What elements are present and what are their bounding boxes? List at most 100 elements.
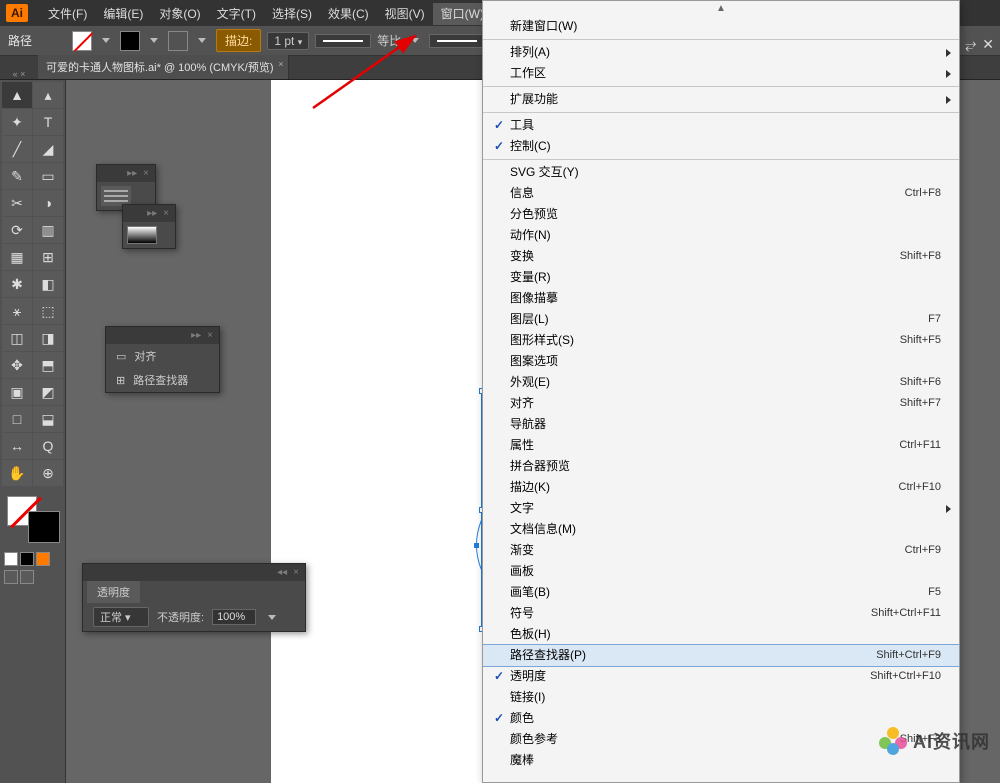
tool-button[interactable]: ◢ [33,136,63,162]
menu-5[interactable]: 效果(C) [320,3,377,25]
swatch-empty[interactable] [168,31,188,51]
menu-item[interactable]: 渐变Ctrl+F9 [483,540,959,561]
transparency-panel[interactable]: ◂◂× 透明度 正常 ▾ 不透明度: 100% [82,563,306,632]
menu-item[interactable]: ✓控制(C) [483,136,959,157]
pathfinder-panel[interactable]: ▸▸× ▭对齐 ⊞路径查找器 [105,326,220,393]
tool-button[interactable]: ✂ [2,190,32,216]
menu-item[interactable]: 分色预览 [483,204,959,225]
tool-button[interactable]: ✋ [2,460,32,486]
menu-item[interactable]: 新建窗口(W) [483,16,959,37]
menu-item[interactable]: 外观(E)Shift+F6 [483,372,959,393]
tool-button[interactable]: ✱ [2,271,32,297]
menu-item[interactable]: 扩展功能 [483,89,959,110]
menu-0[interactable]: 文件(F) [40,3,95,25]
tab-pathfinder[interactable]: 路径查找器 [133,372,188,388]
menu-6[interactable]: 视图(V) [377,3,433,25]
menu-1[interactable]: 编辑(E) [95,3,151,25]
stroke-swatch[interactable] [120,31,140,51]
menu-item[interactable]: 导航器 [483,414,959,435]
chevron-down-icon[interactable] [102,38,110,43]
menu-item[interactable]: 画板 [483,561,959,582]
chevron-down-icon[interactable] [411,38,419,43]
tool-button[interactable]: ▥ [33,217,63,243]
tool-button[interactable]: Q [33,433,63,459]
arrange-icon[interactable]: ⥂ [965,36,976,53]
stroke-box[interactable] [29,512,59,542]
fill-stroke-control[interactable] [3,494,63,544]
tool-button[interactable]: ⊕ [33,460,63,486]
mini-panel-2[interactable]: ▸▸× [122,204,176,249]
menu-item[interactable]: 图像描摹 [483,288,959,309]
tool-button[interactable]: ◩ [33,379,63,405]
screen-mode[interactable] [20,570,34,584]
tool-button[interactable]: ⊞ [33,244,63,270]
menu-item[interactable]: 变换Shift+F8 [483,246,959,267]
chevron-down-icon[interactable] [150,38,158,43]
tool-button[interactable]: T [33,109,63,135]
tool-button[interactable]: ◑ [33,190,63,216]
menu-item[interactable]: 图形样式(S)Shift+F5 [483,330,959,351]
tool-button[interactable]: ◨ [33,325,63,351]
tool-button[interactable]: □ [2,406,32,432]
tool-button[interactable]: ▦ [2,244,32,270]
brush-definition[interactable] [429,34,485,48]
menu-item[interactable]: 画笔(B)F5 [483,582,959,603]
menu-item[interactable]: 文字 [483,498,959,519]
menu-item[interactable]: 图层(L)F7 [483,309,959,330]
tool-button[interactable]: ↔ [2,433,32,459]
blend-mode-select[interactable]: 正常 ▾ [93,607,149,627]
chevron-down-icon[interactable] [198,38,206,43]
tool-button[interactable]: ⬓ [33,406,63,432]
menu-item[interactable]: 文档信息(M) [483,519,959,540]
menu-item[interactable]: 工作区 [483,63,959,84]
menu-item[interactable]: ✓工具 [483,115,959,136]
chevron-down-icon[interactable] [268,615,276,620]
tool-button[interactable]: ▴ [33,82,63,108]
menu-item[interactable]: 链接(I) [483,687,959,708]
color-mode-gradient[interactable] [20,552,34,566]
menu-item[interactable]: ✓颜色 [483,708,959,729]
tool-button[interactable]: ⬚ [33,298,63,324]
tab-align[interactable]: 对齐 [134,348,156,364]
tool-button[interactable]: ⚹ [2,298,32,324]
tool-button[interactable]: ◧ [33,271,63,297]
menu-item[interactable]: 属性Ctrl+F11 [483,435,959,456]
menu-item[interactable]: 信息Ctrl+F8 [483,183,959,204]
tool-button[interactable]: ▭ [33,163,63,189]
tab-transparency[interactable]: 透明度 [87,581,140,603]
tool-button[interactable]: ▣ [2,379,32,405]
tool-button[interactable]: ⬒ [33,352,63,378]
tool-button[interactable]: ✥ [2,352,32,378]
stroke-button[interactable]: 描边: [216,29,261,52]
menu-item[interactable]: 符号Shift+Ctrl+F11 [483,603,959,624]
menu-item[interactable]: 路径查找器(P)Shift+Ctrl+F9 [483,645,959,666]
tool-button[interactable]: ╱ [2,136,32,162]
menu-item[interactable]: 拼合器预览 [483,456,959,477]
menu-item[interactable]: 色板(H) [483,624,959,645]
tool-button[interactable]: ▲ [2,82,32,108]
stroke-profile[interactable] [315,34,371,48]
close-icon[interactable]: ✕ [982,36,994,53]
menu-item[interactable]: 对齐Shift+F7 [483,393,959,414]
menu-2[interactable]: 对象(O) [151,3,208,25]
tool-button[interactable]: ◫ [2,325,32,351]
scroll-up-icon[interactable]: ▲ [483,1,959,16]
menu-item[interactable]: 排列(A) [483,42,959,63]
stroke-width-stepper[interactable]: 1 pt ▾ [267,32,309,50]
menu-item[interactable]: 描边(K)Ctrl+F10 [483,477,959,498]
menu-item[interactable]: SVG 交互(Y) [483,162,959,183]
tool-button[interactable]: ✦ [2,109,32,135]
color-mode-solid[interactable] [4,552,18,566]
menu-4[interactable]: 选择(S) [264,3,320,25]
menu-item[interactable]: 图案选项 [483,351,959,372]
opacity-input[interactable]: 100% [212,609,256,625]
menu-item[interactable]: 动作(N) [483,225,959,246]
menu-item[interactable]: 变量(R) [483,267,959,288]
menu-item[interactable]: ✓透明度Shift+Ctrl+F10 [483,666,959,687]
color-mode-none[interactable] [36,552,50,566]
document-tab[interactable]: 可爱的卡通人物图标.ai* @ 100% (CMYK/预览) × [38,55,289,79]
tool-button[interactable]: ⟳ [2,217,32,243]
close-icon[interactable]: × [278,59,283,69]
screen-mode[interactable] [4,570,18,584]
menu-3[interactable]: 文字(T) [209,3,264,25]
